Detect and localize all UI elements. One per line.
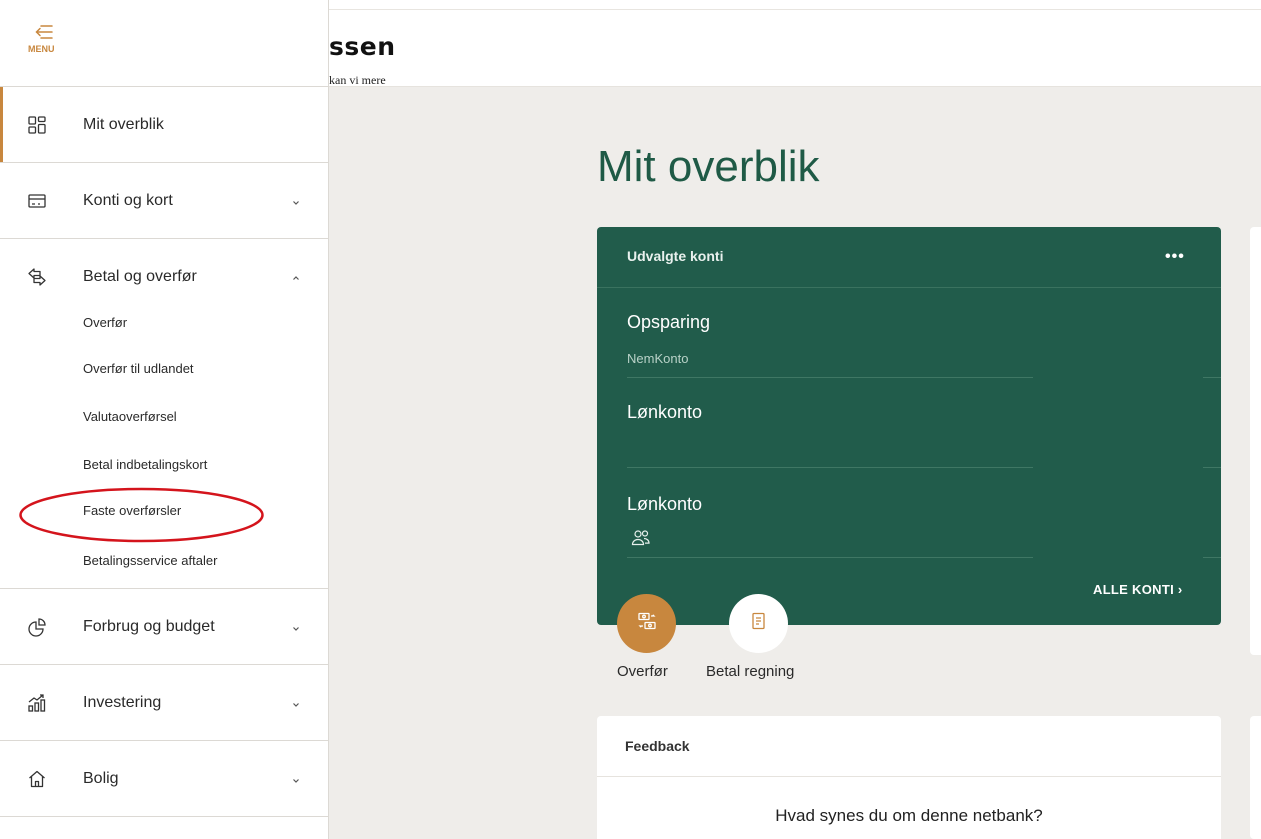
sidebar-item-label: Bolig [83, 770, 119, 787]
account-subtitle: NemKonto [627, 351, 689, 366]
account-divider [1203, 467, 1221, 468]
chevron-down-icon [290, 773, 302, 785]
sidebar-item-pay-transfer[interactable]: Betal og overfør [0, 239, 329, 315]
submenu-item-transfer[interactable]: Overfør [83, 315, 127, 330]
account-divider [627, 467, 1033, 468]
page-title: Mit overblik [597, 142, 820, 191]
selected-accounts-card: Udvalgte konti ••• Opsparing NemKonto Lø… [597, 227, 1221, 625]
sidebar-divider [0, 816, 329, 817]
more-options-icon[interactable]: ••• [1165, 248, 1185, 266]
account-name: Lønkonto [627, 402, 703, 422]
submenu-item-direct-debit[interactable]: Betalingsservice aftaler [83, 553, 217, 568]
account-divider [627, 377, 1033, 378]
sidebar-item-label: Forbrug og budget [83, 618, 215, 635]
sidebar-item-investment[interactable]: Investering [0, 665, 329, 741]
bill-icon [749, 611, 769, 636]
transfer-action-label[interactable]: Overfør [617, 663, 668, 680]
submenu-item-currency-transfer[interactable]: Valutaoverførsel [83, 409, 177, 424]
account-divider [1203, 377, 1221, 378]
all-accounts-link[interactable]: ALLE KONTI › [1093, 582, 1183, 597]
account-divider [1203, 557, 1221, 558]
sidebar-item-accounts[interactable]: Konti og kort [0, 163, 329, 239]
highlight-annotation [19, 487, 264, 543]
transfer-money-icon [637, 611, 657, 636]
menu-toggle-button[interactable]: MENU [26, 24, 70, 72]
feedback-header: Feedback [597, 716, 1221, 777]
chevron-up-icon [290, 271, 302, 283]
sidebar-item-label: Betal og overfør [83, 268, 197, 285]
right-panel [1250, 716, 1261, 839]
sidebar-item-overview[interactable]: Mit overblik [0, 87, 329, 163]
chevron-down-icon [290, 195, 302, 207]
pie-chart-icon [27, 617, 47, 637]
sidebar-item-label: Investering [83, 694, 162, 711]
submenu-item-transfer-abroad[interactable]: Overfør til udlandet [83, 361, 194, 376]
pay-bill-action-button[interactable] [729, 594, 788, 653]
card-icon [27, 191, 47, 211]
accounts-card-title: Udvalgte konti [627, 248, 724, 264]
transfer-action-button[interactable] [617, 594, 676, 653]
feedback-card: Feedback Hvad synes du om denne netbank? [597, 716, 1221, 839]
account-name: Opsparing [627, 312, 711, 332]
sidebar-item-label: Konti og kort [83, 192, 173, 209]
sidebar-menu: MENU Mit overblik Konti og kort Betal og… [0, 0, 329, 839]
bank-logo[interactable]: ssen [329, 32, 396, 61]
home-icon [27, 769, 47, 789]
account-name: Lønkonto [627, 494, 703, 514]
menu-label: MENU [28, 44, 55, 54]
dashboard-icon [27, 115, 47, 135]
account-divider [627, 557, 1033, 558]
menu-collapse-icon [26, 24, 70, 40]
transfer-icon [27, 267, 47, 287]
bank-tagline: kan vi mere [329, 73, 386, 87]
chevron-down-icon [290, 697, 302, 709]
sidebar-item-label: Mit overblik [83, 116, 164, 133]
right-panel [1250, 227, 1261, 655]
investment-chart-icon [27, 693, 47, 713]
shared-users-icon [631, 529, 651, 547]
feedback-question: Hvad synes du om denne netbank? [775, 806, 1043, 825]
pay-bill-action-label[interactable]: Betal regning [706, 663, 794, 680]
feedback-title: Feedback [625, 738, 690, 754]
submenu-item-pay-giro[interactable]: Betal indbetalingskort [83, 457, 207, 472]
sidebar-item-spending-budget[interactable]: Forbrug og budget [0, 589, 329, 665]
accounts-card-header: Udvalgte konti ••• [597, 227, 1221, 288]
chevron-down-icon [290, 621, 302, 633]
sidebar-item-housing[interactable]: Bolig [0, 741, 329, 817]
header-top-line [328, 9, 1261, 10]
